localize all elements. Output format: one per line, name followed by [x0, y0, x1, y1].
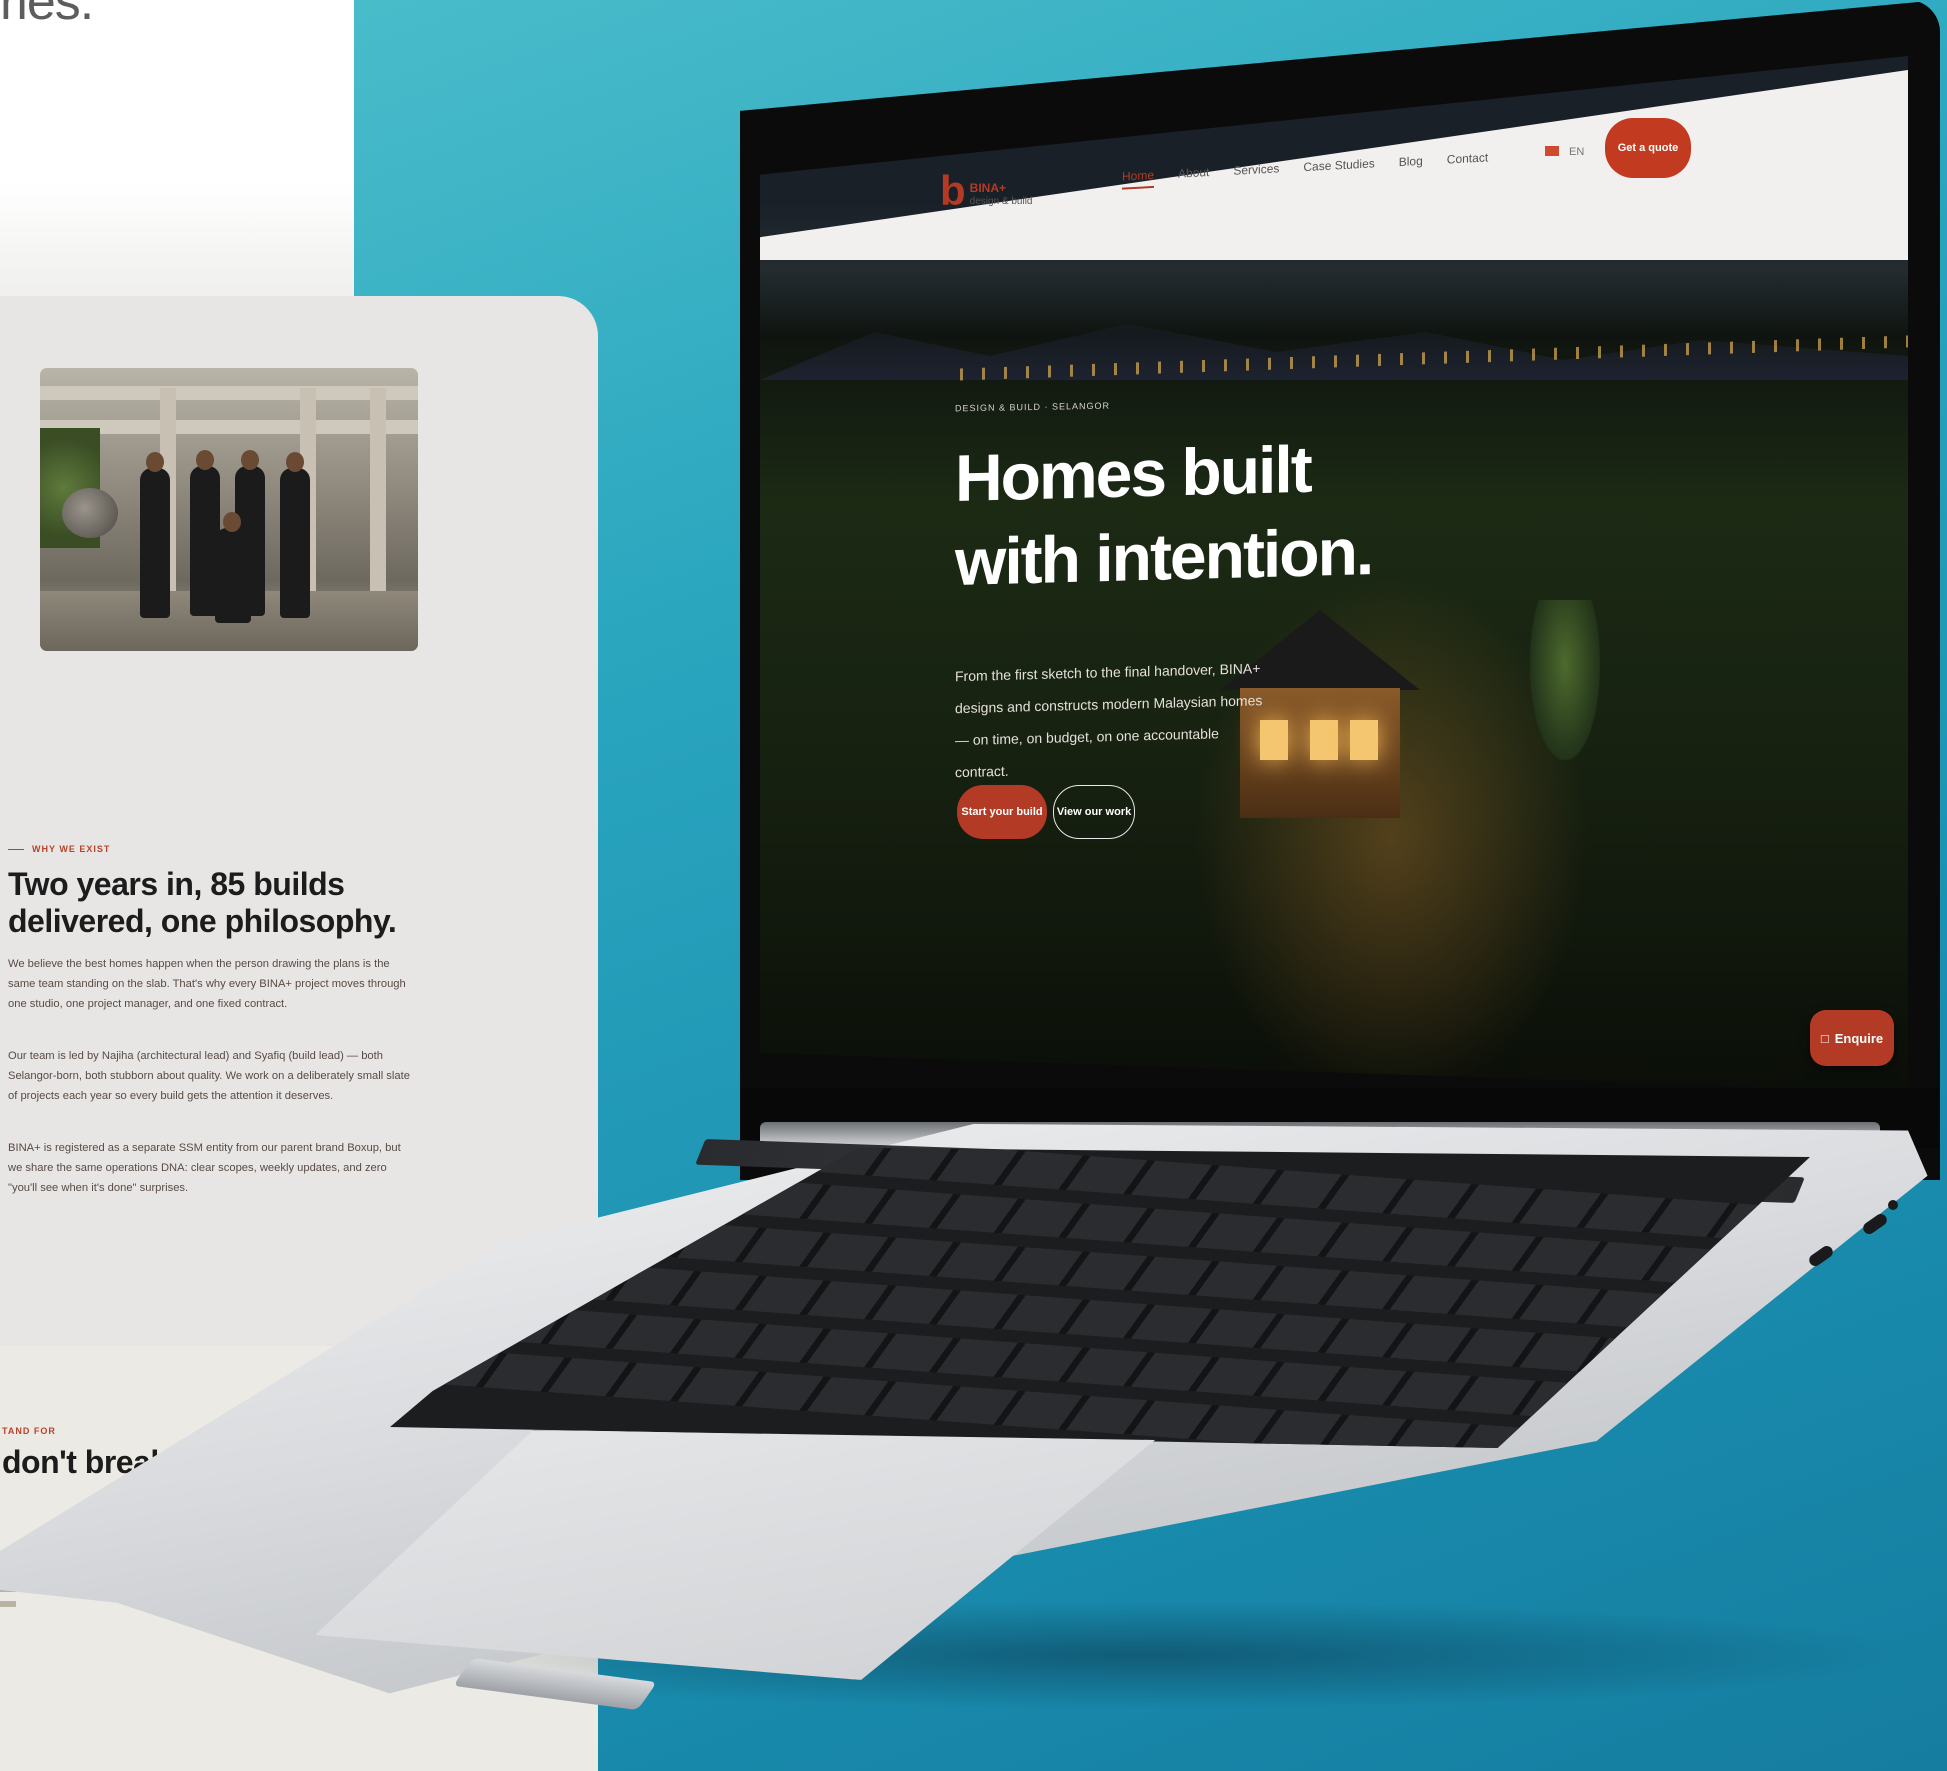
hero-title-line-1: Homes built	[955, 431, 1311, 516]
language-label: EN	[1569, 146, 1585, 158]
about-paragraph-3: BINA+ is registered as a separate SSM en…	[8, 1142, 401, 1194]
hero-subtitle: From the first sketch to the final hando…	[955, 660, 1263, 781]
site-logo[interactable]: b BINA+ design & build	[940, 167, 1033, 214]
hero-title-line-2: with intention.	[955, 514, 1373, 600]
flag-icon	[1545, 146, 1559, 156]
about-headline: Two years in, 85 builds delivered, one p…	[8, 866, 397, 939]
logo-name: BINA+	[969, 181, 1006, 195]
view-work-button[interactable]: View our work	[1053, 785, 1135, 839]
about-eyebrow: WHY WE EXIST	[8, 844, 110, 854]
about-paragraph-1: We believe the best homes happen when th…	[8, 958, 406, 1010]
section-heading-fragment: ries.	[0, 0, 94, 31]
start-build-button[interactable]: Start your build	[957, 785, 1047, 839]
nav-case-studies[interactable]: Case Studies	[1303, 156, 1374, 180]
nav-blog[interactable]: Blog	[1399, 154, 1423, 175]
nav-about[interactable]: About	[1178, 165, 1209, 187]
text-fragment	[0, 1601, 16, 1607]
top-card: ries.	[0, 0, 354, 300]
enquire-button[interactable]: □ Enquire	[1810, 1010, 1894, 1066]
get-quote-button[interactable]: Get a quote	[1605, 118, 1691, 178]
values-eyebrow: TAND FOR	[2, 1426, 56, 1436]
nav-home[interactable]: Home	[1122, 167, 1155, 190]
enquire-label: Enquire	[1834, 1030, 1884, 1046]
logo-mark: b	[940, 167, 966, 214]
headphone-jack	[1888, 1200, 1898, 1210]
logo-tagline: design & build	[969, 196, 1033, 207]
hero-title: Homes built with intention.	[955, 424, 1415, 604]
language-switcher[interactable]: EN	[1545, 146, 1584, 158]
about-card: WHY WE EXIST Two years in, 85 builds del…	[0, 296, 598, 1346]
team-photo	[40, 368, 418, 651]
nav-services[interactable]: Services	[1233, 161, 1279, 183]
about-paragraph-2: Our team is led by Najiha (architectural…	[8, 1050, 410, 1102]
hero-tree	[1530, 600, 1600, 760]
laptop-screen: b BINA+ design & build Home About Service…	[760, 56, 1908, 1092]
chat-icon: □	[1820, 1030, 1829, 1046]
hero-mountains	[760, 324, 1908, 380]
nav-contact[interactable]: Contact	[1447, 150, 1488, 172]
hero-eyebrow: DESIGN & BUILD · SELANGOR	[955, 400, 1111, 414]
